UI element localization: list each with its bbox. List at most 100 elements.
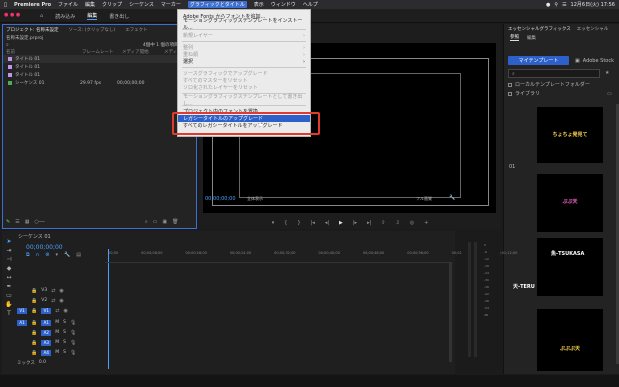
sync-lock-icon[interactable]: ⇄ bbox=[51, 298, 55, 304]
list-item[interactable]: シーケンス 01 29.97 fps 00;00;00;00 bbox=[3, 79, 196, 87]
timeline-scrollbar[interactable] bbox=[449, 262, 452, 362]
checkbox[interactable] bbox=[508, 82, 512, 87]
sequence-tab[interactable]: シーケンス 01 bbox=[18, 233, 51, 240]
captions-icon[interactable]: ▤ bbox=[76, 252, 81, 258]
adobe-stock-button[interactable]: ▣ Adobe Stock bbox=[572, 56, 616, 65]
go-to-in-icon[interactable]: |◂ bbox=[311, 220, 315, 226]
menu-marker[interactable]: マーカー bbox=[161, 1, 181, 8]
menu-item-select[interactable]: 選択 › bbox=[178, 58, 310, 66]
eye-icon[interactable]: ◉ bbox=[59, 288, 63, 294]
tab-browse[interactable]: 参照 bbox=[510, 34, 519, 41]
lock-icon[interactable]: 🔒 bbox=[31, 320, 37, 326]
menu-item-upgrade-source[interactable]: ソースグラフィックでアップグレード bbox=[178, 70, 310, 77]
quality-dropdown[interactable]: フル画質 bbox=[416, 196, 432, 202]
slip-tool-icon[interactable]: ↔ bbox=[2, 274, 16, 283]
tab-edit[interactable]: 編集 bbox=[87, 12, 98, 20]
window-controls-icon[interactable]: ● ● ● bbox=[4, 12, 20, 18]
track-label[interactable]: A2 bbox=[41, 329, 52, 336]
solo-button[interactable]: S bbox=[63, 320, 66, 325]
tab-project[interactable]: プロジェクト: 名称未設定 bbox=[6, 27, 58, 33]
extract-icon[interactable]: ⇩ bbox=[395, 220, 399, 226]
time-ruler[interactable]: 00;00 00;00;08;00 00;00;16;00 00;00;24;0… bbox=[105, 249, 517, 257]
clock[interactable]: 12月6日(火) 17:56 bbox=[571, 1, 615, 8]
col-framerate[interactable]: フレームレート bbox=[82, 49, 116, 55]
menu-window[interactable]: ウィンドウ bbox=[271, 1, 296, 8]
zoom-slider-icon[interactable]: ○── bbox=[34, 219, 44, 225]
eye-icon[interactable]: ◉ bbox=[63, 308, 67, 314]
mute-button[interactable]: M bbox=[55, 320, 59, 325]
menu-help[interactable]: ヘルプ bbox=[303, 1, 318, 8]
sync-lock-icon[interactable]: ⇄ bbox=[51, 288, 55, 294]
source-patch[interactable]: V1 bbox=[17, 307, 27, 314]
pen-tool-icon[interactable]: ✒ bbox=[2, 283, 16, 292]
track-label[interactable]: A1 bbox=[41, 319, 52, 326]
template-thumbnail[interactable]: ぷぷ天 bbox=[537, 174, 603, 232]
tab-essential-sound[interactable]: エッセンシャル bbox=[577, 26, 609, 32]
track-label[interactable]: V1 bbox=[41, 307, 52, 314]
search-icon[interactable]: ⌕ bbox=[6, 42, 9, 48]
tab-essential-graphics[interactable]: エッセンシャルグラフィックス bbox=[508, 26, 571, 32]
template-thumbnail[interactable]: 魚-TSUKASA 天-TERU bbox=[513, 238, 603, 296]
menu-file[interactable]: ファイル bbox=[58, 1, 78, 8]
microphone-icon[interactable]: 🎙 bbox=[70, 340, 76, 346]
source-patch[interactable] bbox=[17, 288, 27, 294]
razor-tool-icon[interactable]: ◆ bbox=[2, 265, 16, 274]
search-icon[interactable]: ⚲ bbox=[554, 2, 558, 8]
solo-button[interactable]: S bbox=[63, 350, 66, 355]
wrench-icon[interactable]: 🔧 bbox=[449, 195, 455, 201]
snap-icon[interactable]: ∩ bbox=[36, 252, 40, 258]
tab-effects[interactable]: エフェクト bbox=[125, 27, 148, 33]
hand-tool-icon[interactable]: ✋ bbox=[2, 301, 16, 310]
source-patch[interactable] bbox=[17, 330, 27, 336]
track-select-tool-icon[interactable]: ⇥ bbox=[2, 247, 16, 256]
track-label[interactable]: A3 bbox=[41, 339, 52, 346]
lift-icon[interactable]: ⇧ bbox=[381, 220, 385, 226]
menu-item-align[interactable]: 整列 › bbox=[178, 44, 310, 52]
tab-source[interactable]: ソース: (クリップなし) bbox=[68, 27, 115, 33]
menu-edit[interactable]: 編集 bbox=[85, 1, 95, 8]
step-back-icon[interactable]: ◂| bbox=[325, 220, 329, 226]
star-icon[interactable]: ★ bbox=[605, 70, 609, 76]
menu-item-reset-solo-layers[interactable]: ソロ化されたレイヤーをリセット bbox=[178, 84, 310, 91]
lock-icon[interactable]: 🔒 bbox=[31, 298, 37, 304]
mix-value[interactable]: 0.0 bbox=[39, 360, 46, 365]
linked-selection-icon[interactable]: ⊗ bbox=[45, 252, 49, 258]
checkbox[interactable] bbox=[508, 91, 512, 96]
source-patch[interactable] bbox=[17, 298, 27, 304]
menu-graphics-titles[interactable]: グラフィックとタイトル bbox=[187, 1, 247, 8]
menu-item-reset-masters[interactable]: すべてのマスターをリセット bbox=[178, 77, 310, 84]
type-tool-icon[interactable]: T bbox=[2, 310, 16, 319]
menu-view[interactable]: 表示 bbox=[254, 1, 264, 8]
wifi-icon[interactable]: ● bbox=[546, 2, 550, 8]
list-item[interactable]: タイトル 01 bbox=[3, 55, 196, 63]
pencil-icon[interactable]: ✎ bbox=[6, 219, 10, 225]
menu-item-export-mogrt[interactable]: モーショングラフィックステンプレートとして書き出し... bbox=[178, 94, 310, 107]
settings-icon[interactable]: 🔧 bbox=[64, 252, 70, 258]
add-button-icon[interactable]: + bbox=[424, 220, 428, 226]
source-patch[interactable] bbox=[17, 350, 27, 356]
menu-premiere-pro[interactable]: Premiere Pro bbox=[14, 2, 51, 8]
list-view-icon[interactable]: ☰ bbox=[15, 219, 19, 225]
microphone-icon[interactable]: 🎙 bbox=[70, 330, 76, 336]
rectangle-tool-icon[interactable]: ▭ bbox=[2, 292, 16, 301]
tab-export[interactable]: 書き出し bbox=[109, 13, 129, 20]
export-frame-icon[interactable]: ◎ bbox=[410, 220, 414, 226]
source-patch[interactable] bbox=[17, 340, 27, 346]
list-item[interactable]: タイトル 01 bbox=[3, 71, 196, 79]
fit-dropdown[interactable]: 全体表示 bbox=[247, 196, 263, 202]
menu-item-new-layer[interactable]: 新規レイヤー › bbox=[178, 32, 310, 40]
menu-item-install-mogrt[interactable]: モーショングラフィックステンプレートをインストール... bbox=[178, 18, 310, 31]
in-point-icon[interactable]: { bbox=[284, 220, 287, 226]
template-thumbnail[interactable]: ちょちょ発見て bbox=[537, 107, 603, 163]
play-icon[interactable]: ▶ bbox=[339, 220, 343, 226]
out-point-icon[interactable]: } bbox=[297, 220, 300, 226]
tab-edit-graphics[interactable]: 編集 bbox=[527, 35, 536, 41]
menu-clip[interactable]: クリップ bbox=[102, 1, 122, 8]
sync-lock-icon[interactable]: ⇄ bbox=[55, 308, 59, 314]
list-item[interactable]: タイトル 01 bbox=[3, 63, 196, 71]
selection-tool-icon[interactable]: ➤ bbox=[2, 238, 16, 247]
microphone-icon[interactable]: 🎙 bbox=[70, 320, 76, 326]
col-name[interactable]: 名前 bbox=[6, 49, 76, 55]
lock-icon[interactable]: 🔒 bbox=[31, 330, 37, 336]
source-patch[interactable]: A1 bbox=[17, 319, 27, 326]
